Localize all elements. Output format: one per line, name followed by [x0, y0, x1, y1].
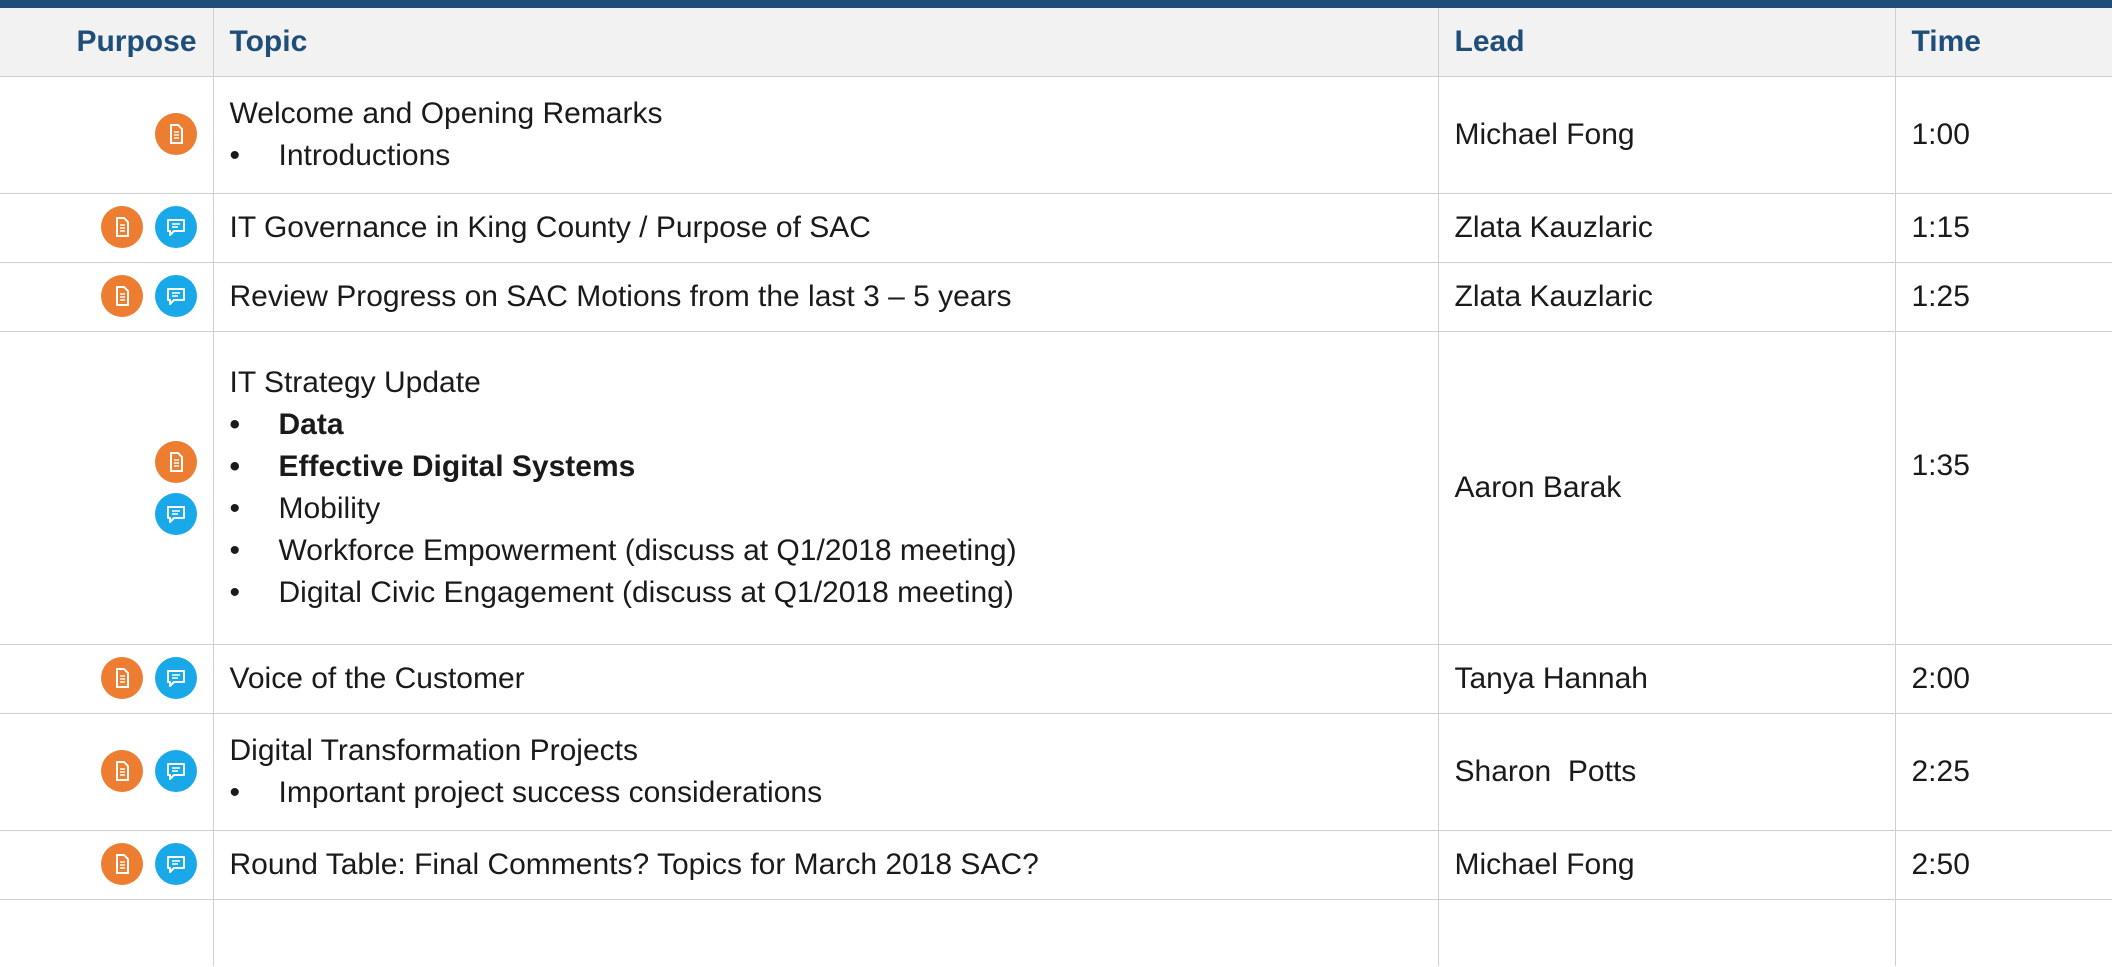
table-row: Digital Transformation Projects Importan…	[0, 713, 2112, 831]
document-icon	[154, 441, 197, 483]
time-column-header: Time	[1895, 8, 2112, 77]
lead-cell: Tanya Hannah	[1438, 644, 1896, 714]
purpose-cell	[0, 193, 214, 263]
topic-cell: Voice of the Customer	[213, 644, 1439, 714]
topic-column-header: Topic	[213, 8, 1439, 77]
time-cell: 2:25	[1895, 713, 2112, 831]
empty-cell	[0, 899, 214, 966]
purpose-cell	[0, 76, 214, 194]
discussion-icon	[154, 656, 197, 699]
topic-title: Welcome and Opening Remarks	[229, 97, 663, 130]
purpose-icons	[100, 842, 197, 885]
table-row: Review Progress on SAC Motions from the …	[0, 262, 2112, 332]
topic-bullets: Data Effective Digital Systems Mobility …	[230, 404, 1422, 614]
topic-title: IT Strategy Update	[229, 366, 481, 399]
purpose-icons	[100, 205, 197, 248]
document-icon	[154, 112, 197, 155]
header-row: Purpose Topic Lead Time	[0, 8, 2112, 77]
discussion-icon	[154, 274, 197, 317]
lead-column-header: Lead	[1438, 8, 1896, 77]
lead-cell: Aaron Barak	[1438, 331, 1896, 645]
bullet-item: Mobility	[230, 488, 1422, 530]
document-icon	[100, 205, 143, 248]
purpose-cell	[0, 644, 214, 714]
purpose-cell	[0, 713, 214, 831]
topic-bullets: Introductions	[230, 135, 1422, 177]
table-row: Welcome and Opening Remarks Introduction…	[0, 76, 2112, 194]
empty-row	[0, 899, 2112, 966]
purpose-cell	[0, 331, 214, 645]
topic-cell: Round Table: Final Comments? Topics for …	[213, 830, 1439, 900]
document-icon	[100, 749, 143, 792]
empty-cell	[1438, 899, 1896, 966]
purpose-column-header: Purpose	[0, 8, 214, 77]
lead-cell: Zlata Kauzlaric	[1438, 193, 1896, 263]
document-icon	[100, 842, 143, 885]
topic-cell: IT Strategy Update Data Effective Digita…	[213, 331, 1439, 645]
purpose-icons	[154, 112, 197, 155]
purpose-icons	[100, 274, 197, 317]
bullet-item: Workforce Empowerment (discuss at Q1/201…	[230, 530, 1422, 572]
time-cell: 2:00	[1895, 644, 2112, 714]
lead-cell: Sharon Potts	[1438, 713, 1896, 831]
topic-cell: Review Progress on SAC Motions from the …	[213, 262, 1439, 332]
lead-cell: Michael Fong	[1438, 76, 1896, 194]
topic-title: Digital Transformation Projects	[229, 734, 639, 767]
discussion-icon	[154, 749, 197, 792]
topic-cell: Digital Transformation Projects Importan…	[213, 713, 1439, 831]
time-cell: 2:50	[1895, 830, 2112, 900]
purpose-cell	[0, 830, 214, 900]
bullet-item: Data	[230, 404, 1422, 446]
time-cell: 1:15	[1895, 193, 2112, 263]
lead-cell: Zlata Kauzlaric	[1438, 262, 1896, 332]
document-icon	[100, 274, 143, 317]
purpose-icons	[100, 749, 197, 792]
document-icon	[100, 656, 143, 699]
topic-bullets: Important project success considerations	[230, 772, 1422, 814]
bullet-item: Digital Civic Engagement (discuss at Q1/…	[230, 572, 1422, 614]
discussion-icon	[154, 493, 197, 535]
discussion-icon	[154, 842, 197, 885]
topic-title: Round Table: Final Comments? Topics for …	[229, 848, 1039, 881]
topic-cell: Welcome and Opening Remarks Introduction…	[213, 76, 1439, 194]
topic-title: Review Progress on SAC Motions from the …	[229, 280, 1012, 313]
lead-cell: Michael Fong	[1438, 830, 1896, 900]
topic-cell: IT Governance in King County / Purpose o…	[213, 193, 1439, 263]
bullet-item: Effective Digital Systems	[230, 446, 1422, 488]
discussion-icon	[154, 205, 197, 248]
purpose-icons	[154, 441, 197, 535]
empty-cell	[1895, 900, 2112, 966]
time-cell: 1:00	[1895, 76, 2112, 194]
bullet-item: Introductions	[230, 135, 1422, 177]
table-row: IT Governance in King County / Purpose o…	[0, 193, 2112, 263]
table-row: Voice of the Customer Tanya Hannah 2:00	[0, 644, 2112, 714]
topic-title: IT Governance in King County / Purpose o…	[229, 211, 871, 244]
table-row: Round Table: Final Comments? Topics for …	[0, 830, 2112, 900]
agenda-table: Purpose Topic Lead Time Welcome and Open…	[0, 8, 2112, 966]
topic-title: Voice of the Customer	[229, 662, 525, 695]
empty-cell	[213, 899, 1439, 966]
time-cell: 1:35	[1895, 331, 2112, 645]
purpose-icons	[100, 656, 197, 699]
purpose-cell	[0, 262, 214, 332]
time-cell: 1:25	[1895, 262, 2112, 332]
table-row: IT Strategy Update Data Effective Digita…	[0, 331, 2112, 645]
bullet-item: Important project success considerations	[230, 772, 1422, 814]
top-accent-bar	[0, 0, 2112, 8]
